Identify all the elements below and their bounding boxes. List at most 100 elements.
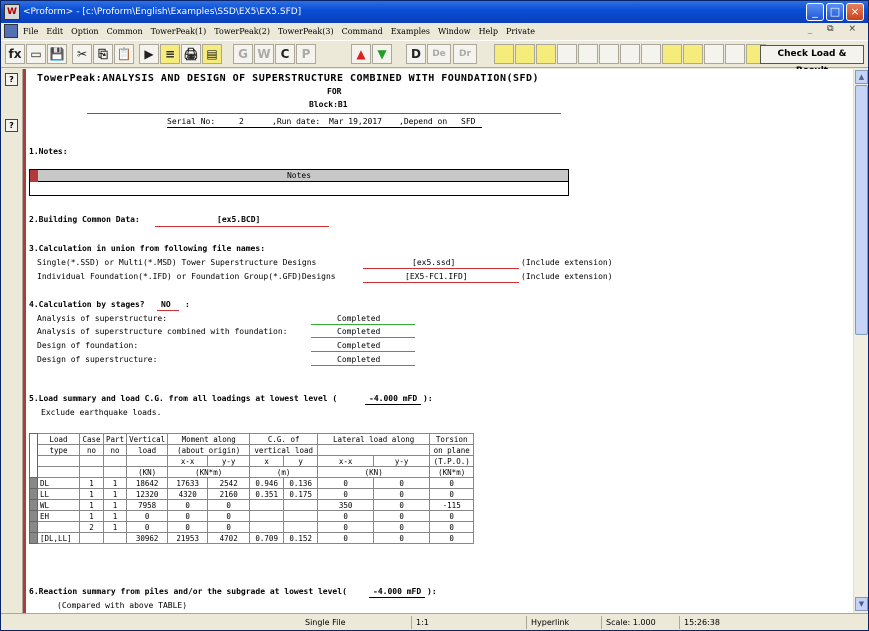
table-cell: 0 xyxy=(429,521,475,533)
menu-command[interactable]: Command xyxy=(342,27,383,36)
copy-button[interactable]: ⎘ xyxy=(93,44,113,64)
c-button[interactable]: C xyxy=(275,44,295,64)
menu-help[interactable]: Help xyxy=(479,27,498,36)
document-icon[interactable] xyxy=(4,24,18,38)
print-button[interactable]: 🖨 xyxy=(181,44,201,64)
app-icon[interactable]: W xyxy=(4,4,20,20)
row-marker xyxy=(29,433,38,478)
tool-icon-6[interactable] xyxy=(599,44,619,64)
scroll-up-icon[interactable]: ▲ xyxy=(855,70,868,84)
save-button[interactable]: 💾 xyxy=(47,44,67,64)
tool-icon-4[interactable] xyxy=(557,44,577,64)
tool-icon-10[interactable] xyxy=(683,44,703,64)
ifd-file-value[interactable]: [EX5-FC1.IFD] xyxy=(405,272,468,281)
scroll-thumb[interactable] xyxy=(855,85,868,335)
paste-button[interactable]: 📋 xyxy=(114,44,134,64)
tool-icon-8[interactable] xyxy=(641,44,661,64)
col-header xyxy=(102,455,128,467)
tool-icon-11[interactable] xyxy=(704,44,724,64)
reaction-level-value[interactable]: -4.000 mFD xyxy=(373,587,421,596)
section-building-common: 2.Building Common Data: xyxy=(29,215,140,224)
p-button[interactable]: P xyxy=(296,44,316,64)
function-tool-button[interactable]: fx xyxy=(5,44,25,64)
menu-edit[interactable]: Edit xyxy=(46,27,63,36)
de-button[interactable]: De xyxy=(427,44,451,64)
reaction-level-end: ): xyxy=(427,587,437,596)
stages-value[interactable]: NO xyxy=(161,300,171,309)
table-cell: 2 xyxy=(79,521,104,533)
menu-examples[interactable]: Examples xyxy=(391,27,430,36)
table-row[interactable]: WL 1 1 7958 0 0 350 0 -115 xyxy=(29,499,475,511)
table-cell xyxy=(283,521,319,533)
tool-icon-12[interactable] xyxy=(725,44,745,64)
table-row[interactable]: LL 1 1 12320 4320 2160 0.351 0.175 0 0 0 xyxy=(29,488,475,500)
up-arrow-button[interactable]: ▲ xyxy=(351,44,371,64)
stage-label: Design of foundation: xyxy=(37,341,139,350)
menu-window[interactable]: Window xyxy=(438,27,471,36)
open-button[interactable]: ▭ xyxy=(26,44,46,64)
gutter: ? ? xyxy=(1,69,23,613)
menu-private[interactable]: Private xyxy=(506,27,535,36)
tool-icon-1[interactable] xyxy=(494,44,514,64)
stage-status[interactable]: Completed xyxy=(337,314,380,323)
minimize-button[interactable]: _ xyxy=(806,3,824,21)
stage-status[interactable]: Completed xyxy=(337,341,380,350)
table-cell: WL xyxy=(37,499,80,511)
window-title: <Proform> - [c:\Proform\English\Examples… xyxy=(23,7,302,17)
check-load-result-button[interactable]: Check Load & Result xyxy=(760,45,864,76)
tool-icon-9[interactable] xyxy=(662,44,682,64)
table-cell: 0 xyxy=(373,510,431,522)
notes-box[interactable]: Notes xyxy=(29,169,569,196)
row-marker xyxy=(29,510,38,522)
ssd-file-value[interactable]: [ex5.ssd] xyxy=(412,258,455,267)
table-cell: 350 xyxy=(317,499,375,511)
menu-option[interactable]: Option xyxy=(71,27,98,36)
mdi-controls[interactable]: _ ⧉ × xyxy=(808,24,862,34)
menu-common[interactable]: Common xyxy=(107,27,143,36)
superstructure-files-label: Single(*.SSD) or Multi(*.MSD) Tower Supe… xyxy=(37,258,317,267)
table-row[interactable]: DL 1 1 18642 17633 2542 0.946 0.136 0 0 … xyxy=(29,477,475,489)
row-marker xyxy=(29,532,38,544)
list-button[interactable]: ≡ xyxy=(160,44,180,64)
run-button[interactable]: ▶ xyxy=(139,44,159,64)
tool-icon-7[interactable] xyxy=(620,44,640,64)
table-cell: 21953 xyxy=(167,532,209,544)
table-cell: 0 xyxy=(207,521,251,533)
table-cell: 0 xyxy=(373,499,431,511)
tool-icon-3[interactable] xyxy=(536,44,556,64)
d-button[interactable]: D xyxy=(406,44,426,64)
preview-button[interactable]: ▤ xyxy=(202,44,222,64)
vertical-scrollbar[interactable]: ▲ ▼ xyxy=(853,69,868,613)
col-header: x-x xyxy=(317,455,375,467)
menu-towerpeak-1[interactable]: TowerPeak(1) xyxy=(151,27,207,36)
menu-towerpeak-3[interactable]: TowerPeak(3) xyxy=(278,27,334,36)
down-arrow-button[interactable]: ▼ xyxy=(372,44,392,64)
table-row[interactable]: 2 1 0 0 0 0 0 0 xyxy=(29,521,475,533)
help-icon[interactable]: ? xyxy=(5,119,18,132)
tool-icon-5[interactable] xyxy=(578,44,598,64)
w-button[interactable]: W xyxy=(254,44,274,64)
menu-file[interactable]: File xyxy=(23,27,38,36)
table-cell: 0 xyxy=(167,521,209,533)
stage-status[interactable]: Completed xyxy=(337,327,380,336)
table-cell: 0 xyxy=(167,499,209,511)
load-level-value[interactable]: -4.000 mFD xyxy=(369,394,417,403)
help-icon[interactable]: ? xyxy=(5,73,18,86)
table-cell: [DL,LL] xyxy=(37,532,80,544)
close-button[interactable]: × xyxy=(846,3,864,21)
scroll-down-icon[interactable]: ▼ xyxy=(855,597,868,611)
table-row[interactable]: [DL,LL] 30962 21953 4702 0.709 0.152 0 0… xyxy=(29,532,475,544)
g-button[interactable]: G xyxy=(233,44,253,64)
table-row[interactable]: EH 1 1 0 0 0 0 0 0 xyxy=(29,510,475,522)
col-header: Moment along xyxy=(167,433,251,445)
cut-button[interactable]: ✂ xyxy=(72,44,92,64)
menu-towerpeak-2[interactable]: TowerPeak(2) xyxy=(214,27,270,36)
dr-button[interactable]: Dr xyxy=(453,44,477,64)
tool-icon-2[interactable] xyxy=(515,44,535,64)
stage-status[interactable]: Completed xyxy=(337,355,380,364)
table-cell xyxy=(37,521,80,533)
bcd-file-value[interactable]: [ex5.BCD] xyxy=(217,215,260,224)
row-marker xyxy=(29,499,38,511)
col-header: load xyxy=(126,444,169,456)
maximize-button[interactable]: □ xyxy=(826,3,844,21)
